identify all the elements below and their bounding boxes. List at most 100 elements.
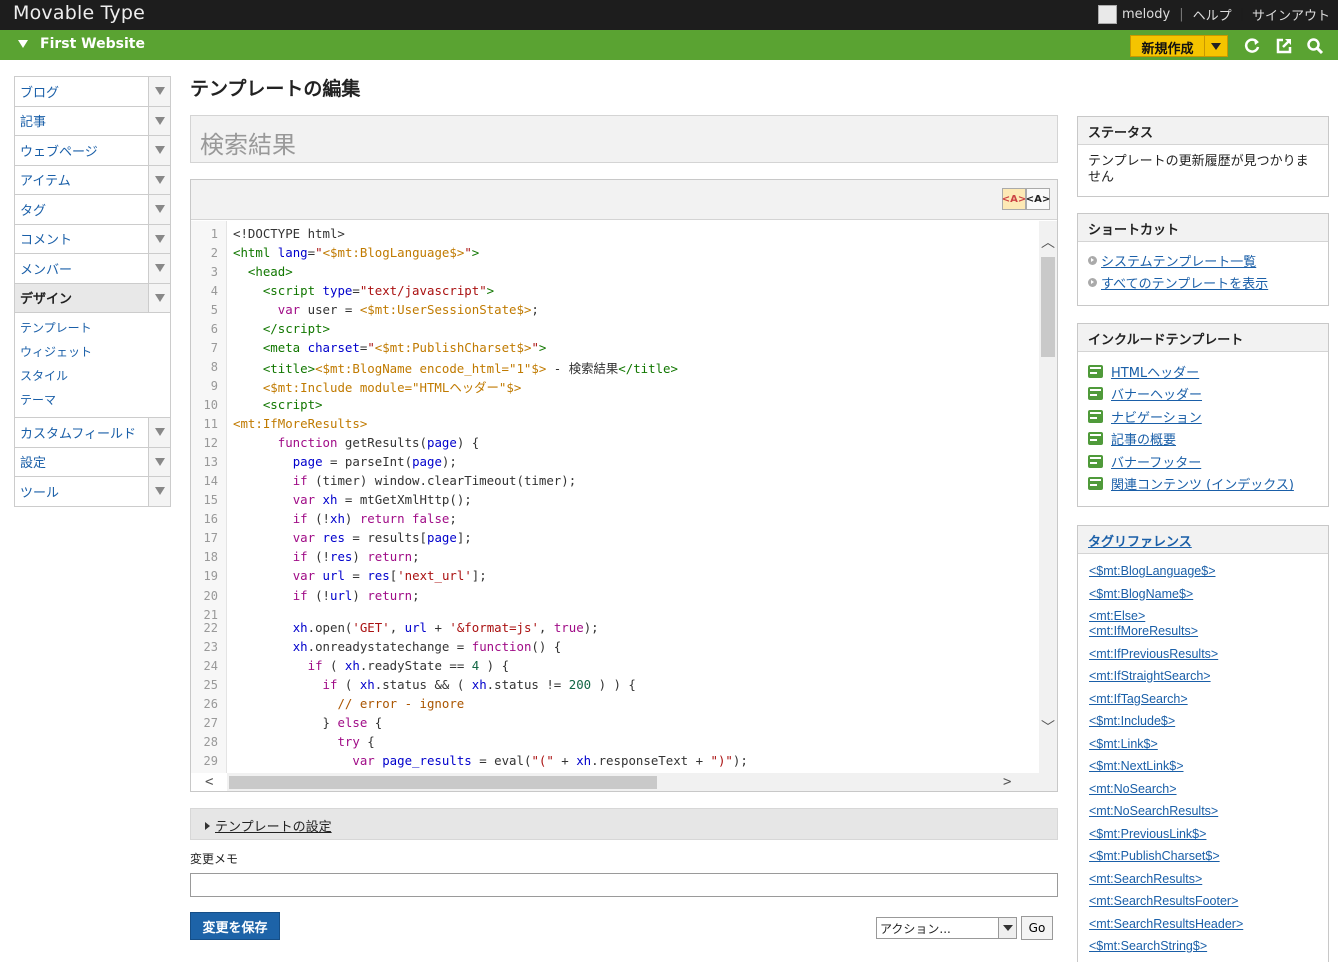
- chevron-down-icon[interactable]: [998, 918, 1016, 938]
- menu-item-label[interactable]: ウェブページ: [15, 141, 148, 160]
- tag-ref-link[interactable]: <$mt:SearchString$>: [1089, 939, 1317, 954]
- horizontal-scrollbar-thumb[interactable]: [229, 776, 657, 789]
- tag-ref-link[interactable]: <mt:Else>: [1089, 609, 1317, 624]
- vertical-scrollbar[interactable]: ︿ ﹀: [1039, 221, 1057, 773]
- syntax-highlight-on-button[interactable]: <A>: [1002, 188, 1026, 210]
- tag-ref-link[interactable]: <$mt:PublishCharset$>: [1089, 849, 1317, 864]
- app-logo[interactable]: Movable Type: [13, 2, 145, 24]
- menu-item-assets[interactable]: アイテム: [15, 165, 170, 195]
- tag-ref-link[interactable]: <$mt:BlogName$>: [1089, 587, 1317, 602]
- template-settings-label[interactable]: テンプレートの設定: [215, 820, 332, 835]
- include-item[interactable]: HTMLヘッダー: [1088, 360, 1318, 383]
- menu-item-label[interactable]: コメント: [15, 229, 148, 248]
- search-icon[interactable]: [1306, 37, 1324, 55]
- chevron-down-icon[interactable]: [148, 136, 170, 165]
- menu-item-label[interactable]: 設定: [15, 452, 148, 471]
- submenu-item-themes[interactable]: テーマ: [15, 389, 170, 413]
- menu-item-pages[interactable]: ウェブページ: [15, 136, 170, 166]
- site-menu-toggle-icon[interactable]: [18, 40, 28, 48]
- tag-ref-link[interactable]: <mt:SearchResults>: [1089, 872, 1317, 887]
- shortcut-item[interactable]: すべてのテンプレートを表示: [1088, 271, 1318, 293]
- help-link[interactable]: ヘルプ: [1193, 5, 1232, 24]
- menu-item-label[interactable]: デザイン: [15, 288, 148, 307]
- tag-ref-link[interactable]: <mt:NoSearchResults>: [1089, 804, 1317, 819]
- menu-item-label[interactable]: ツール: [15, 482, 148, 501]
- chevron-down-icon[interactable]: [148, 195, 170, 224]
- tag-ref-link[interactable]: <mt:IfTagSearch>: [1089, 692, 1317, 707]
- chevron-down-icon[interactable]: ﹀: [1041, 721, 1055, 735]
- chevron-down-icon[interactable]: [148, 254, 170, 283]
- chevron-down-icon[interactable]: [148, 447, 170, 476]
- chevron-down-icon[interactable]: [148, 477, 170, 506]
- tag-ref-link[interactable]: <$mt:PreviousLink$>: [1089, 827, 1317, 842]
- tag-ref-link[interactable]: <$mt:Include$>: [1089, 714, 1317, 729]
- include-item[interactable]: バナーフッター: [1088, 450, 1318, 473]
- chevron-up-icon[interactable]: ︿: [1041, 236, 1055, 250]
- refresh-icon[interactable]: [1243, 37, 1261, 55]
- tag-reference-link[interactable]: タグリファレンス: [1088, 535, 1192, 550]
- chevron-down-icon[interactable]: [148, 106, 170, 135]
- include-item[interactable]: ナビゲーション: [1088, 405, 1318, 428]
- menu-item-comments[interactable]: コメント: [15, 224, 170, 254]
- tag-ref-link[interactable]: <mt:SearchResultsFooter>: [1089, 894, 1317, 909]
- menu-item-custom-fields[interactable]: カスタムフィールド: [15, 418, 170, 448]
- tag-ref-link[interactable]: <mt:IfStraightSearch>: [1089, 669, 1317, 684]
- menu-item-tools[interactable]: ツール: [15, 477, 170, 507]
- tag-ref-link[interactable]: <$mt:Link$>: [1089, 737, 1317, 752]
- new-create-button[interactable]: 新規作成: [1130, 35, 1228, 57]
- menu-item-blog[interactable]: ブログ: [15, 77, 170, 107]
- include-link[interactable]: 記事の概要: [1111, 429, 1176, 448]
- submenu-item-styles[interactable]: スタイル: [15, 365, 170, 389]
- template-name-input[interactable]: 検索結果: [190, 115, 1058, 163]
- include-item[interactable]: 関連コンテンツ (インデックス): [1088, 473, 1318, 496]
- chevron-down-icon[interactable]: [148, 77, 170, 106]
- go-button[interactable]: Go: [1021, 916, 1053, 940]
- avatar[interactable]: [1098, 5, 1117, 24]
- include-item[interactable]: バナーヘッダー: [1088, 383, 1318, 406]
- menu-item-entries[interactable]: 記事: [15, 106, 170, 136]
- shortcut-all-templates-link[interactable]: すべてのテンプレートを表示: [1101, 273, 1268, 292]
- chevron-down-icon[interactable]: [148, 418, 170, 447]
- menu-item-settings[interactable]: 設定: [15, 447, 170, 477]
- chevron-down-icon[interactable]: [148, 224, 170, 253]
- shortcut-system-templates-link[interactable]: システムテンプレート一覧: [1101, 251, 1256, 270]
- chevron-left-icon[interactable]: <: [205, 775, 213, 789]
- horizontal-scrollbar[interactable]: < >: [205, 773, 1057, 791]
- tag-ref-link[interactable]: <$mt:NextLink$>: [1089, 759, 1317, 774]
- submenu-item-templates[interactable]: テンプレート: [15, 317, 170, 341]
- menu-item-label[interactable]: カスタムフィールド: [15, 423, 148, 442]
- menu-item-members[interactable]: メンバー: [15, 254, 170, 284]
- menu-item-tags[interactable]: タグ: [15, 195, 170, 225]
- chevron-down-icon[interactable]: [148, 165, 170, 194]
- signout-link[interactable]: サインアウト: [1252, 5, 1330, 24]
- chevron-right-icon[interactable]: >: [1003, 775, 1011, 789]
- menu-item-design[interactable]: デザイン: [15, 283, 170, 313]
- menu-item-label[interactable]: アイテム: [15, 170, 148, 189]
- action-select-value[interactable]: アクション...: [877, 920, 998, 937]
- tag-ref-link[interactable]: <mt:IfMoreResults>: [1089, 624, 1317, 639]
- site-name[interactable]: First Website: [40, 36, 145, 52]
- menu-item-label[interactable]: ブログ: [15, 82, 148, 101]
- template-settings-toggle[interactable]: テンプレートの設定: [190, 808, 1058, 840]
- tag-ref-link[interactable]: <$mt:BlogLanguage$>: [1089, 564, 1317, 579]
- tag-ref-link[interactable]: <mt:IfPreviousResults>: [1089, 647, 1317, 662]
- user-name[interactable]: melody: [1122, 7, 1170, 22]
- expand-triangle-icon[interactable]: [205, 822, 210, 830]
- change-memo-input[interactable]: [190, 873, 1058, 897]
- include-link[interactable]: バナーヘッダー: [1111, 384, 1202, 403]
- submenu-item-widgets[interactable]: ウィジェット: [15, 341, 170, 365]
- action-select[interactable]: アクション...: [876, 917, 1017, 939]
- chevron-down-icon[interactable]: [1205, 36, 1227, 56]
- menu-item-label[interactable]: 記事: [15, 111, 148, 130]
- include-link[interactable]: HTMLヘッダー: [1111, 362, 1199, 381]
- include-link[interactable]: バナーフッター: [1111, 452, 1201, 471]
- include-link[interactable]: 関連コンテンツ (インデックス): [1111, 474, 1294, 493]
- shortcut-item[interactable]: システムテンプレート一覧: [1088, 249, 1318, 271]
- syntax-highlight-off-button[interactable]: <A>: [1026, 188, 1050, 210]
- include-item[interactable]: 記事の概要: [1088, 428, 1318, 451]
- vertical-scrollbar-thumb[interactable]: [1041, 257, 1055, 357]
- chevron-down-icon[interactable]: [148, 283, 170, 312]
- menu-item-label[interactable]: メンバー: [15, 259, 148, 278]
- include-link[interactable]: ナビゲーション: [1111, 407, 1202, 426]
- code-area[interactable]: 1 2 3 4 5 6 7 8 9 10 11 12 13 14 15 16 17 18 19 20 21 22 23 24 2…: [191, 221, 1057, 791]
